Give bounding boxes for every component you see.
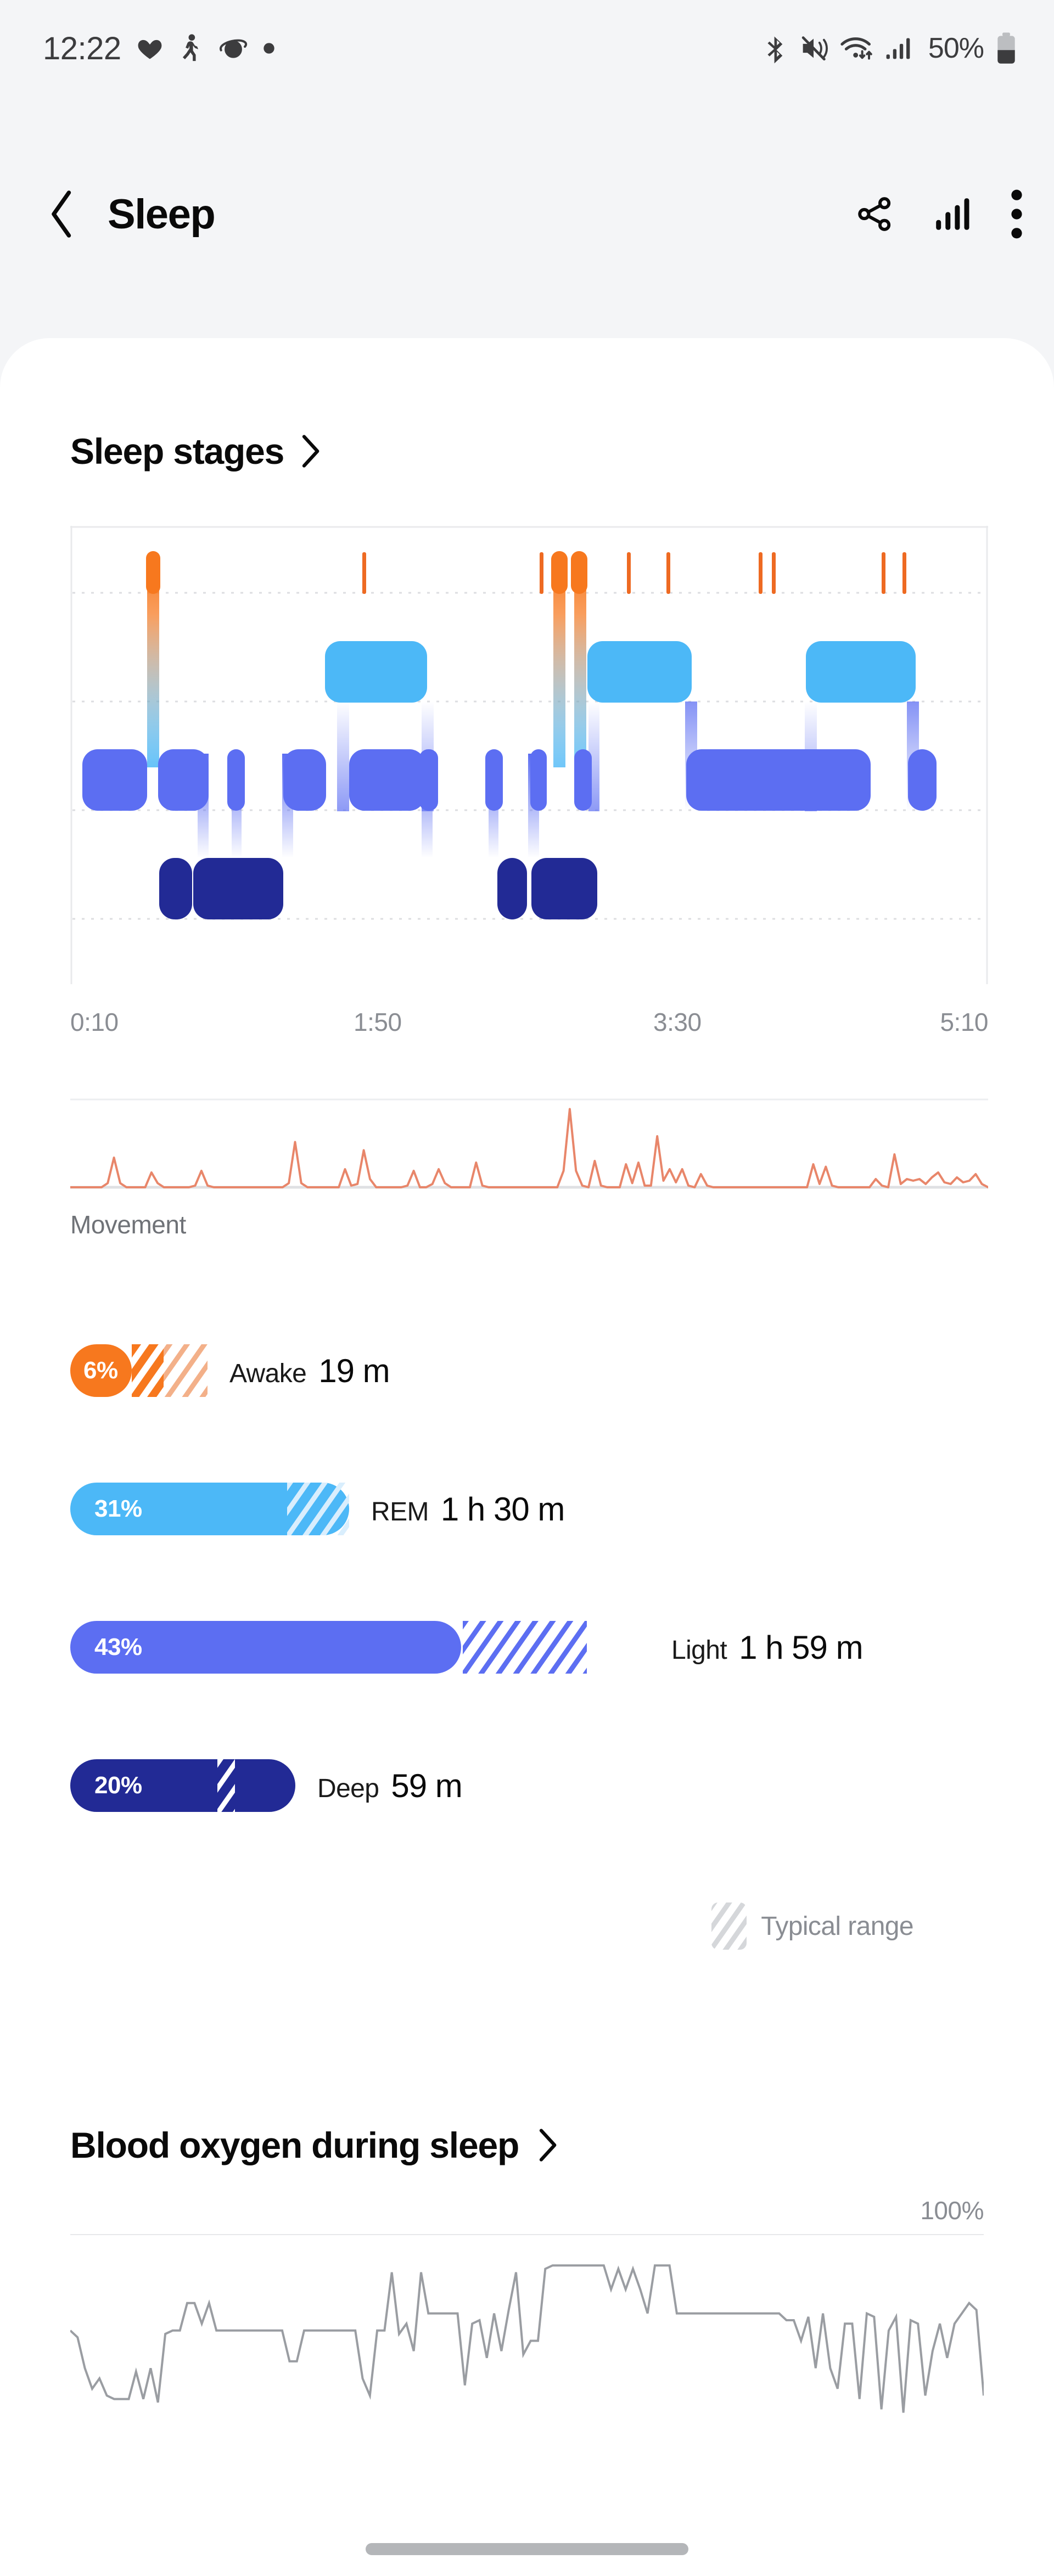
hypnogram-chart bbox=[70, 526, 988, 984]
awake-meta: Awake 19 m bbox=[229, 1352, 390, 1390]
dot-icon bbox=[263, 43, 274, 54]
light-bar-fill: 43% bbox=[70, 1621, 461, 1674]
awake-label: Awake bbox=[229, 1359, 307, 1388]
movement-label: Movement bbox=[70, 1210, 186, 1239]
more-options-icon[interactable] bbox=[1010, 188, 1023, 240]
share-icon[interactable] bbox=[855, 195, 894, 233]
typical-range-legend: Typical range bbox=[70, 1890, 984, 1950]
blood-oxygen-chart bbox=[70, 2234, 984, 2422]
typical-range-label: Typical range bbox=[761, 1911, 913, 1941]
chevron-right-icon bbox=[539, 2129, 557, 2162]
awake-duration: 19 m bbox=[318, 1352, 390, 1389]
status-bar-clock: 12:22 bbox=[43, 30, 121, 66]
light-percent: 43% bbox=[94, 1634, 142, 1660]
mute-vibrate-icon bbox=[801, 36, 828, 61]
battery-icon bbox=[997, 32, 1015, 64]
rem-percent: 31% bbox=[94, 1495, 142, 1522]
sleep-stage-breakdown: 6% Awake 19 m 31% REM 1 h 30 m 43% Light… bbox=[0, 1337, 1054, 1950]
samsung-internet-icon bbox=[219, 39, 247, 58]
awake-bar-holder: 6% bbox=[70, 1344, 208, 1397]
light-meta: Light 1 h 59 m bbox=[671, 1629, 864, 1666]
awake-percent: 6% bbox=[83, 1357, 118, 1384]
deep-meta: Deep 59 m bbox=[317, 1767, 463, 1805]
light-duration: 1 h 59 m bbox=[739, 1629, 863, 1666]
bluetooth-icon bbox=[767, 34, 783, 64]
back-icon[interactable] bbox=[46, 189, 79, 239]
rem-bar-holder: 31% bbox=[70, 1483, 349, 1535]
x-tick-0: 0:10 bbox=[70, 1008, 119, 1036]
heart-icon bbox=[138, 40, 162, 59]
x-tick-1: 1:50 bbox=[354, 1008, 402, 1036]
battery-percent-label: 50% bbox=[928, 32, 984, 64]
light-bar-holder: 43% bbox=[70, 1621, 649, 1674]
movement-chart: Movement bbox=[69, 1097, 990, 1239]
awake-bar-fill: 6% bbox=[70, 1344, 132, 1397]
movement-svg bbox=[69, 1098, 990, 1189]
typical-range-swatch-icon bbox=[711, 1902, 747, 1950]
x-tick-3: 5:10 bbox=[940, 1008, 988, 1036]
chevron-right-icon bbox=[302, 435, 319, 468]
blood-oxygen-svg bbox=[70, 2264, 984, 2413]
status-bar-left: 12:22 bbox=[43, 30, 275, 67]
home-indicator[interactable] bbox=[366, 2543, 688, 2555]
deep-label: Deep bbox=[317, 1774, 379, 1803]
person-exercise-icon bbox=[182, 34, 198, 61]
stage-row-deep: 20% Deep 59 m bbox=[70, 1752, 984, 1819]
blood-oxygen-header[interactable]: Blood oxygen during sleep bbox=[0, 1950, 1054, 2166]
rem-duration: 1 h 30 m bbox=[440, 1490, 565, 1528]
rem-bar-fill: 31% bbox=[70, 1483, 349, 1535]
stage-row-rem: 31% REM 1 h 30 m bbox=[70, 1475, 984, 1542]
stage-row-awake: 6% Awake 19 m bbox=[70, 1337, 984, 1404]
status-bar-right: 50% bbox=[763, 32, 1018, 65]
status-bar: 12:22 50% bbox=[0, 0, 1054, 97]
blood-oxygen-axis: 100% bbox=[0, 2166, 1054, 2225]
light-label: Light bbox=[671, 1635, 727, 1665]
deep-bar-fill: 20% bbox=[70, 1759, 295, 1812]
blood-oxygen-title: Blood oxygen during sleep bbox=[70, 2125, 519, 2165]
deep-bar-holder: 20% bbox=[70, 1759, 295, 1812]
rem-meta: REM 1 h 30 m bbox=[371, 1490, 565, 1528]
blood-oxygen-axis-max: 100% bbox=[920, 2196, 984, 2225]
sleep-stages-title: Sleep stages bbox=[70, 431, 284, 472]
deep-percent: 20% bbox=[94, 1772, 142, 1799]
wifi-icon bbox=[840, 37, 872, 60]
app-bar-actions bbox=[855, 188, 1023, 240]
hypnogram-x-axis: 0:10 1:50 3:30 5:10 bbox=[70, 994, 988, 1054]
hypnogram-svg bbox=[70, 526, 988, 984]
x-tick-2: 3:30 bbox=[653, 1008, 702, 1036]
sleep-stages-header[interactable]: Sleep stages bbox=[0, 338, 1054, 472]
light-typical-range bbox=[463, 1621, 587, 1674]
cellular-signal-icon bbox=[886, 38, 910, 59]
bar-chart-icon[interactable] bbox=[932, 194, 972, 234]
page-title: Sleep bbox=[108, 190, 216, 238]
rem-label: REM bbox=[371, 1497, 429, 1526]
awake-typical-range bbox=[132, 1344, 208, 1397]
sleep-screen: 12:22 50% Sleep Sleep stages 0:10 1:50 3… bbox=[0, 0, 1054, 2576]
stage-row-light: 43% Light 1 h 59 m bbox=[70, 1614, 984, 1681]
deep-duration: 59 m bbox=[391, 1767, 462, 1804]
app-bar: Sleep bbox=[0, 165, 1054, 263]
content-card: Sleep stages 0:10 1:50 3:30 5:10 Movemen… bbox=[0, 338, 1054, 2576]
